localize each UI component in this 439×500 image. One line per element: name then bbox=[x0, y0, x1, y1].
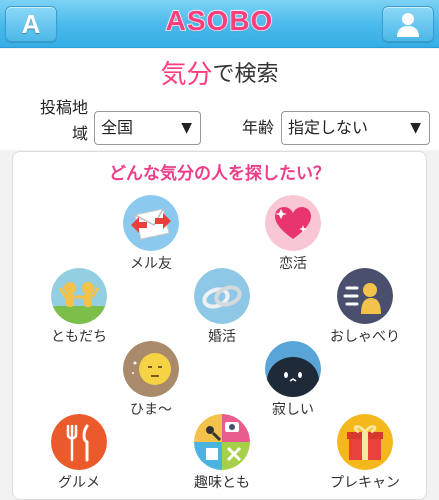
rings-icon bbox=[194, 268, 250, 324]
title-rest: で検索 bbox=[212, 62, 279, 87]
mood-lonely[interactable]: 寂しい bbox=[248, 341, 338, 419]
heart-icon bbox=[265, 195, 321, 251]
title-highlight: 気分 bbox=[160, 59, 213, 90]
friends-icon bbox=[51, 268, 107, 324]
chat-person-icon bbox=[337, 268, 393, 324]
mood-present-campaign[interactable]: プレキャン bbox=[320, 414, 410, 492]
area-select[interactable]: 全国 ▼ bbox=[94, 111, 201, 145]
mood-hobby[interactable]: 趣味とも bbox=[177, 414, 267, 492]
lonely-face-icon bbox=[265, 341, 321, 397]
gift-icon bbox=[337, 414, 393, 470]
filter-row: 投稿地域 全国 ▼ 年齢 指定しない ▼ bbox=[0, 95, 439, 150]
cutlery-icon bbox=[51, 414, 107, 470]
envelope-icon bbox=[123, 195, 179, 251]
dropdown-arrow-icon: ▼ bbox=[181, 120, 192, 136]
asobo-logo[interactable]: ASOBO bbox=[0, 4, 439, 37]
mood-friends[interactable]: ともだち bbox=[34, 268, 124, 346]
age-value: 指定しない bbox=[288, 118, 369, 137]
user-silhouette-icon bbox=[397, 13, 419, 37]
age-label: 年齢 bbox=[242, 118, 275, 137]
moon-icon bbox=[123, 341, 179, 397]
mood-label: 趣味とも bbox=[194, 475, 250, 491]
mood-label: プレキャン bbox=[330, 475, 400, 491]
mood-mail-friend[interactable]: メル友 bbox=[106, 195, 196, 273]
area-label: 投稿地域 bbox=[39, 98, 88, 143]
mood-bored[interactable]: ひま～ bbox=[106, 341, 196, 419]
mood-love[interactable]: 恋活 bbox=[248, 195, 338, 273]
header-bar: A ASOBO bbox=[0, 0, 439, 48]
page-title: 気分 で検索 bbox=[0, 49, 439, 95]
profile-button[interactable] bbox=[382, 6, 434, 42]
area-value: 全国 bbox=[101, 118, 134, 137]
dropdown-arrow-icon: ▼ bbox=[410, 120, 421, 136]
hobby-icon bbox=[194, 414, 250, 470]
age-select[interactable]: 指定しない ▼ bbox=[281, 111, 430, 145]
mood-marriage[interactable]: 婚活 bbox=[177, 268, 267, 346]
mood-question: どんな気分の人を探したい？ bbox=[109, 164, 330, 184]
mood-label: グルメ bbox=[58, 475, 100, 491]
mood-chat[interactable]: おしゃべり bbox=[320, 268, 410, 346]
mood-gourmet[interactable]: グルメ bbox=[34, 414, 124, 492]
